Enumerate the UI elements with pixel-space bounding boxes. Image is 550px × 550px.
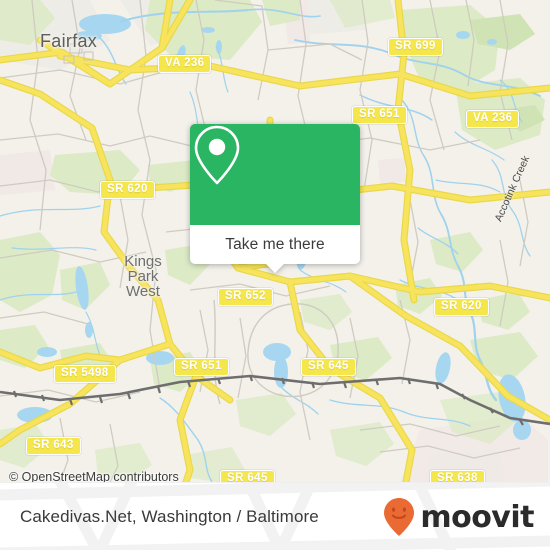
popup-header bbox=[190, 124, 360, 225]
moovit-smiley-pin-icon bbox=[384, 498, 415, 536]
place-label-line1: Kings bbox=[124, 253, 162, 270]
road-shield-sr643[interactable]: SR 643 bbox=[26, 437, 81, 455]
road-shield-sr651-north[interactable]: SR 651 bbox=[352, 106, 407, 124]
popup-pointer-tail bbox=[265, 263, 285, 273]
page-title: Cakedivas.Net, Washington / Baltimore bbox=[20, 507, 319, 526]
map-screenshot: Fairfax Kings Park West Accotink Creek V… bbox=[0, 0, 550, 550]
moovit-wordmark: moovit bbox=[420, 499, 534, 535]
road-shield-sr652[interactable]: SR 652 bbox=[218, 288, 273, 306]
road-shield-sr645-south[interactable]: SR 645 bbox=[220, 470, 275, 482]
osm-attribution[interactable]: © OpenStreetMap contributors bbox=[9, 470, 179, 482]
road-shield-va236-east[interactable]: VA 236 bbox=[466, 110, 520, 128]
place-label-line2: Park bbox=[127, 268, 159, 285]
road-shield-va236-west[interactable]: VA 236 bbox=[158, 55, 212, 73]
moovit-logo[interactable]: moovit bbox=[382, 483, 534, 550]
location-popup[interactable]: Take me there bbox=[190, 124, 360, 273]
place-label-line3: West bbox=[126, 283, 160, 300]
take-me-there-button[interactable]: Take me there bbox=[190, 225, 360, 264]
footer-bar: Cakedivas.Net, Washington / Baltimore mo… bbox=[0, 482, 550, 550]
road-shield-sr699[interactable]: SR 699 bbox=[388, 38, 443, 56]
map-pin-icon bbox=[194, 125, 240, 185]
road-shield-sr5498[interactable]: SR 5498 bbox=[54, 365, 116, 383]
road-shield-sr651-mid[interactable]: SR 651 bbox=[174, 358, 229, 376]
map-canvas[interactable]: Fairfax Kings Park West Accotink Creek V… bbox=[0, 0, 550, 482]
road-shield-sr638[interactable]: SR 638 bbox=[430, 470, 485, 482]
road-shield-sr620-west[interactable]: SR 620 bbox=[100, 181, 155, 199]
road-shield-sr645-mid[interactable]: SR 645 bbox=[301, 358, 356, 376]
place-label-kings-park-west: Kings Park West bbox=[108, 254, 178, 299]
take-me-there-label: Take me there bbox=[225, 235, 325, 253]
road-shield-sr620-east[interactable]: SR 620 bbox=[434, 298, 489, 316]
